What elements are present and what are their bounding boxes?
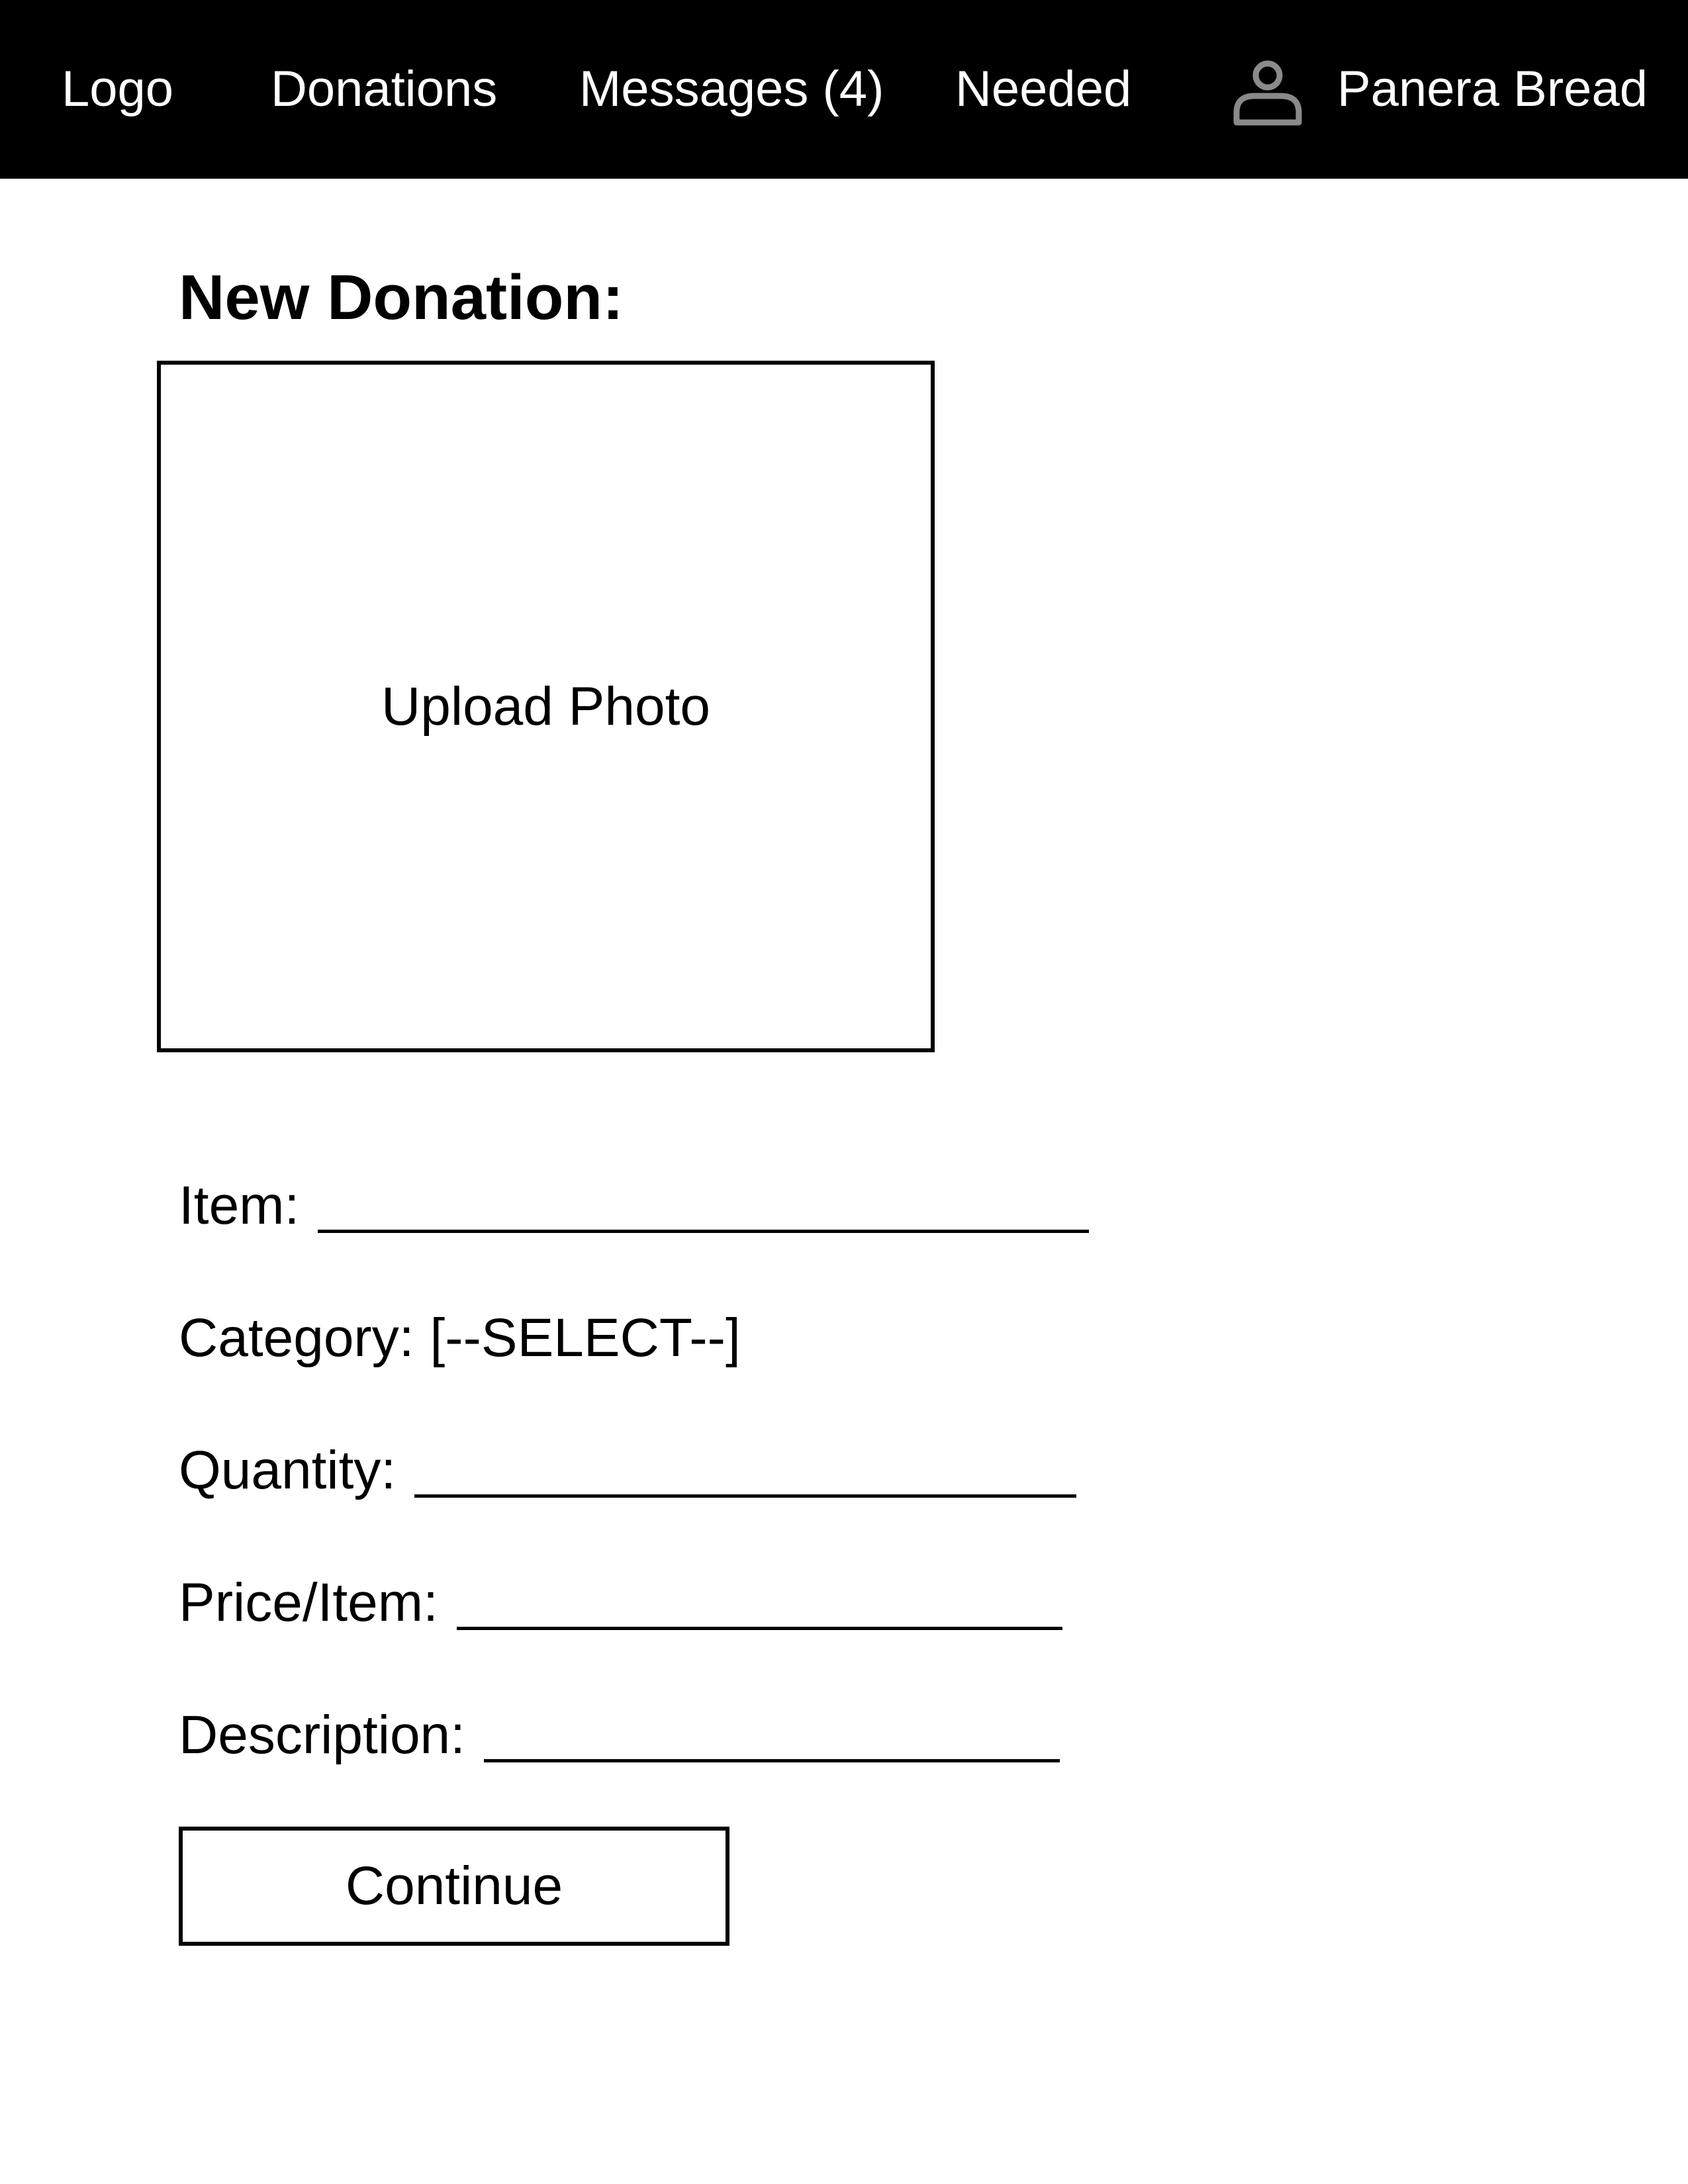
nav-logo[interactable]: Logo: [62, 0, 173, 179]
page-title: New Donation:: [179, 262, 624, 333]
price-field-row: Price/Item:: [179, 1572, 1062, 1634]
nav-messages-link[interactable]: Messages (4): [579, 0, 884, 179]
description-label: Description:: [179, 1705, 465, 1765]
item-field-row: Item:: [179, 1175, 1090, 1237]
quantity-field-row: Quantity:: [179, 1439, 1077, 1502]
price-per-item-input[interactable]: [456, 1580, 1062, 1630]
person-icon[interactable]: [1231, 60, 1304, 126]
category-select[interactable]: [--SELECT--]: [430, 1307, 741, 1369]
item-label: Item:: [179, 1175, 300, 1236]
continue-button[interactable]: Continue: [179, 1827, 729, 1946]
upload-photo-label: Upload Photo: [381, 676, 710, 737]
category-field-row: Category: [--SELECT--]: [179, 1307, 741, 1369]
top-navbar: Logo Donations Messages (4) Needed Paner…: [0, 0, 1688, 179]
nav-donations-link[interactable]: Donations: [271, 0, 497, 179]
quantity-input[interactable]: [414, 1448, 1077, 1498]
item-input[interactable]: [318, 1183, 1090, 1233]
nav-needed-link[interactable]: Needed: [955, 0, 1131, 179]
description-field-row: Description:: [179, 1704, 1060, 1766]
user-account-name[interactable]: Panera Bread: [1337, 0, 1648, 179]
description-input[interactable]: [483, 1713, 1060, 1762]
category-label: Category:: [179, 1308, 414, 1368]
upload-photo-area[interactable]: Upload Photo: [157, 361, 935, 1052]
price-per-item-label: Price/Item:: [179, 1572, 438, 1633]
quantity-label: Quantity:: [179, 1440, 397, 1500]
